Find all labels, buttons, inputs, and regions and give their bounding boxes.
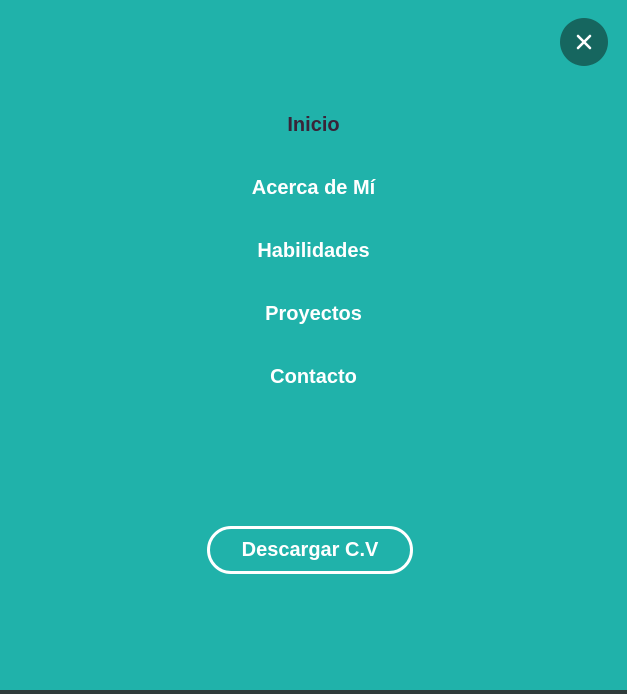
nav-item-inicio: Inicio	[0, 108, 627, 171]
close-menu-button[interactable]	[560, 18, 608, 66]
nav-link-inicio[interactable]: Inicio	[287, 108, 339, 142]
nav-item-proyectos: Proyectos	[0, 297, 627, 360]
nav-link-acerca[interactable]: Acerca de Mí	[252, 171, 375, 205]
nav-link-proyectos[interactable]: Proyectos	[265, 297, 362, 331]
close-icon	[576, 34, 592, 50]
download-cv-button[interactable]: Descargar C.V	[207, 526, 413, 574]
bottom-edge	[0, 690, 627, 694]
mobile-menu-overlay: Inicio Acerca de Mí Habilidades Proyecto…	[0, 0, 627, 690]
nav-item-habilidades: Habilidades	[0, 234, 627, 297]
nav-item-acerca: Acerca de Mí	[0, 171, 627, 234]
nav-menu: Inicio Acerca de Mí Habilidades Proyecto…	[0, 108, 627, 423]
nav-link-habilidades[interactable]: Habilidades	[257, 234, 369, 268]
nav-link-contacto[interactable]: Contacto	[270, 360, 357, 394]
nav-item-contacto: Contacto	[0, 360, 627, 423]
